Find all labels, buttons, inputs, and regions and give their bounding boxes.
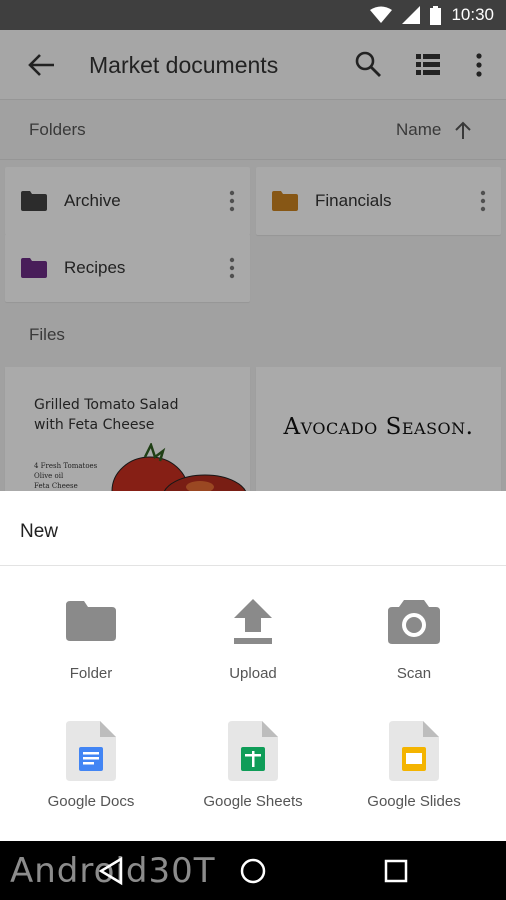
recents-nav-icon[interactable]: [381, 856, 411, 886]
option-label: Scan: [396, 665, 432, 682]
cell-signal-icon: [402, 6, 421, 24]
home-nav-icon[interactable]: [238, 856, 268, 886]
google-slides-option[interactable]: Google Slides: [334, 721, 494, 831]
new-bottom-sheet: New Folder Upload Scan Google Docs Googl…: [0, 491, 506, 841]
upload-icon: [234, 599, 272, 644]
status-icons: 10:30: [370, 0, 506, 30]
modal-scrim[interactable]: [0, 30, 506, 491]
new-folder-option[interactable]: Folder: [11, 593, 171, 703]
back-nav-icon[interactable]: [97, 856, 127, 886]
option-label: Upload: [229, 665, 277, 682]
google-sheets-icon: [228, 721, 278, 781]
google-docs-option[interactable]: Google Docs: [11, 721, 171, 831]
option-label: Google Docs: [47, 793, 135, 810]
option-label: Google Slides: [367, 793, 461, 810]
nav-bar: Android30T: [0, 841, 506, 900]
scan-option[interactable]: Scan: [334, 593, 494, 703]
google-slides-icon: [389, 721, 439, 781]
camera-icon: [388, 600, 440, 644]
wifi-icon: [370, 6, 393, 23]
status-time: 10:30: [451, 5, 494, 24]
status-bar: 10:30: [0, 0, 506, 30]
google-docs-icon: [66, 721, 116, 781]
battery-icon: [430, 5, 442, 25]
upload-option[interactable]: Upload: [173, 593, 333, 703]
divider: [0, 565, 506, 566]
option-label: Google Sheets: [203, 793, 303, 810]
folder-icon: [66, 601, 116, 641]
option-label: Folder: [69, 665, 113, 682]
google-sheets-option[interactable]: Google Sheets: [173, 721, 333, 831]
sheet-title: New: [20, 521, 59, 542]
